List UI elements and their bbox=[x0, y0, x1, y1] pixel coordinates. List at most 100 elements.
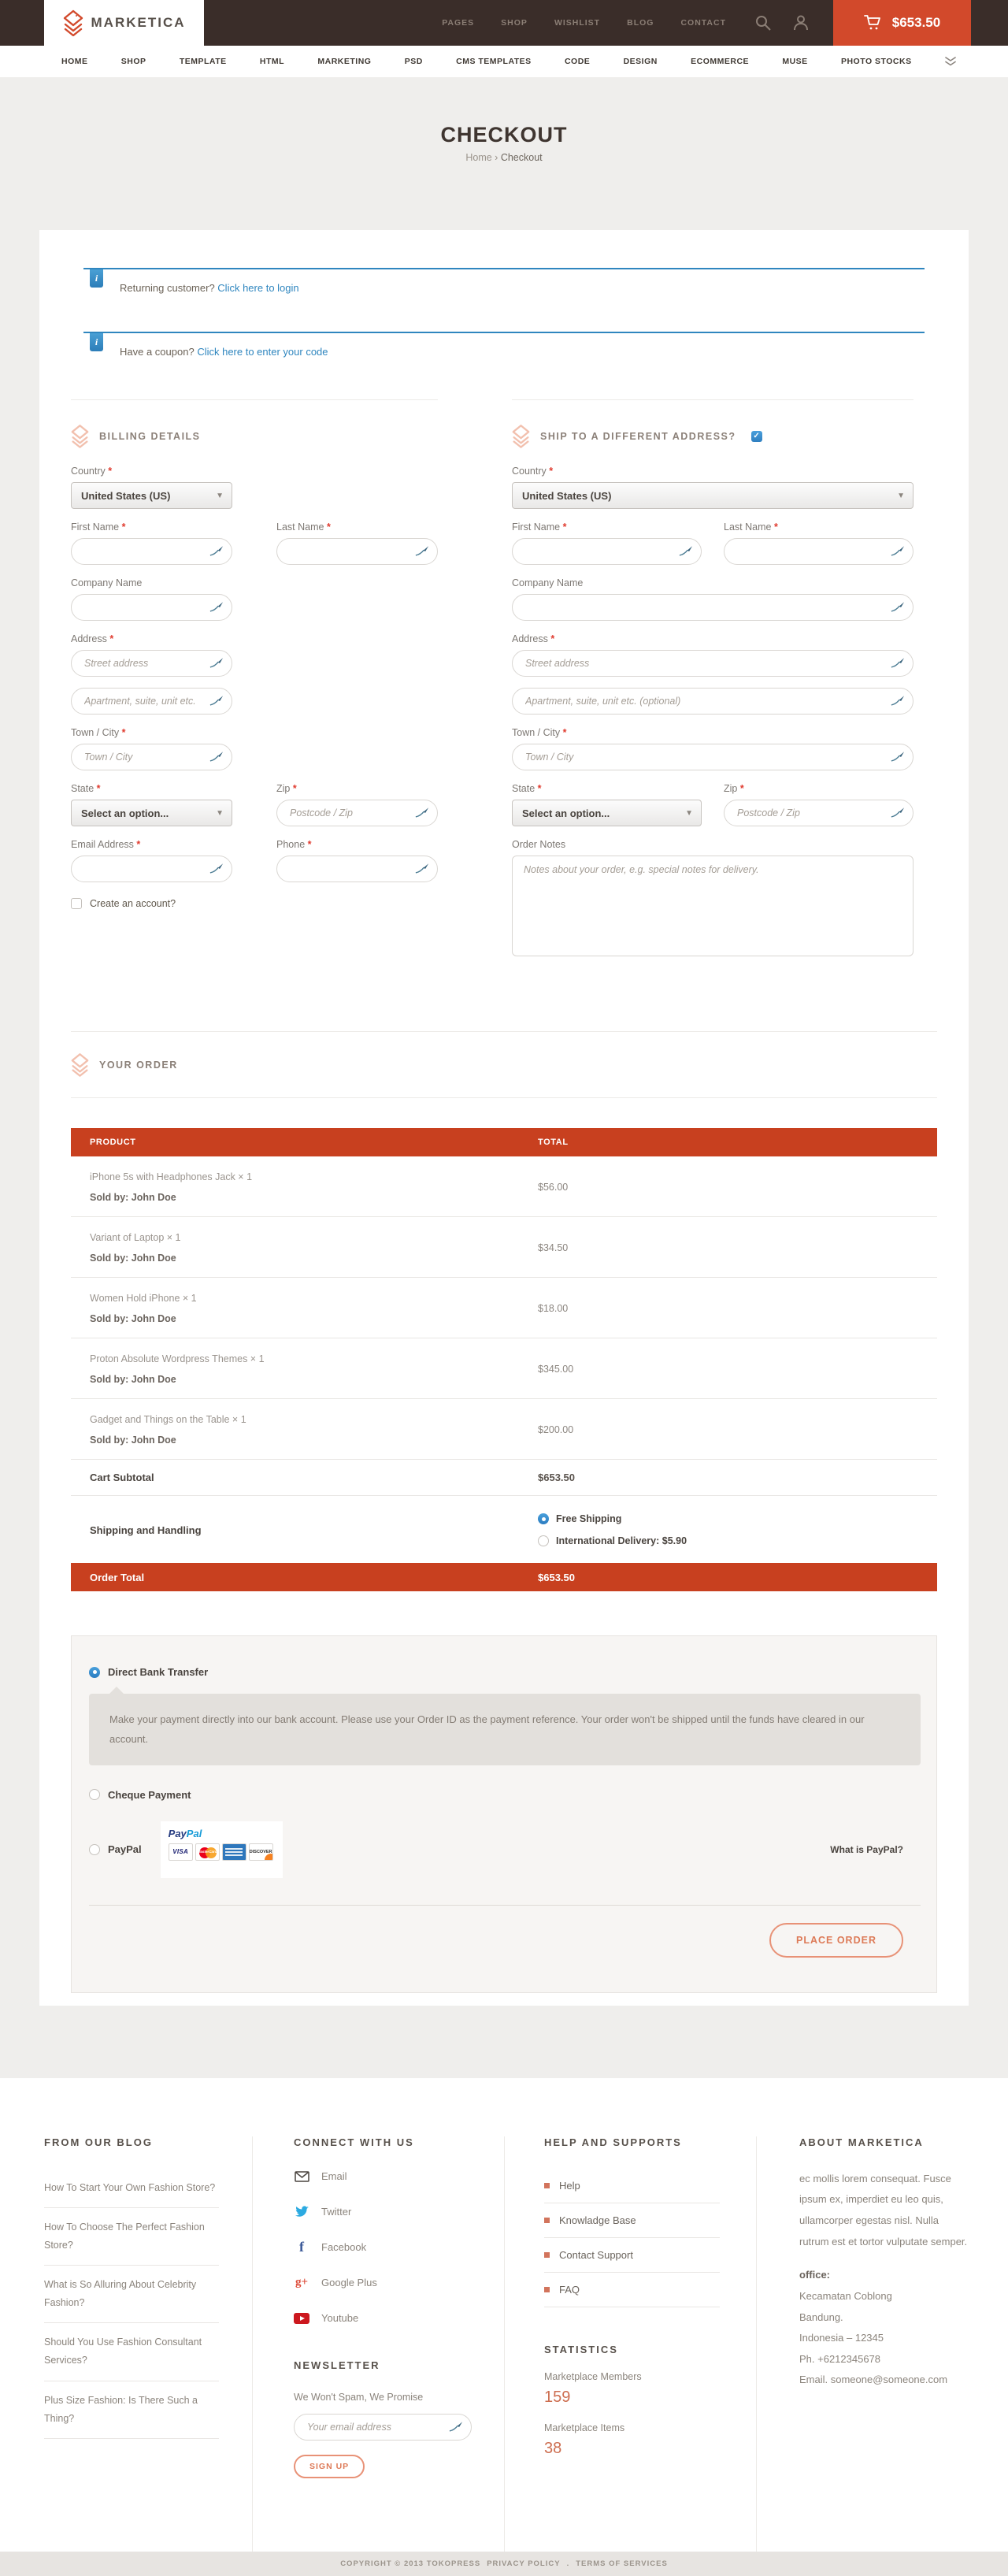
cheque-payment-radio[interactable] bbox=[89, 1789, 100, 1800]
blog-post-link[interactable]: Plus Size Fashion: Is There Such a Thing… bbox=[44, 2381, 219, 2439]
help-link[interactable]: Help bbox=[544, 2169, 720, 2203]
contact-support-link[interactable]: Contact Support bbox=[544, 2238, 720, 2273]
billing-state-label: State * bbox=[71, 783, 232, 794]
billing-state-select[interactable]: Select an option...▼ bbox=[71, 800, 232, 826]
menu-cms-templates[interactable]: CMS TEMPLATES bbox=[456, 57, 532, 66]
your-order-title: YOUR ORDER bbox=[99, 1060, 178, 1071]
order-row: iPhone 5s with Headphones Jack × 1Sold b… bbox=[71, 1156, 937, 1217]
bank-transfer-radio[interactable] bbox=[89, 1667, 100, 1678]
newsletter-tagline: We Won't Spam, We Promise bbox=[294, 2392, 472, 2403]
newsletter-email-input[interactable] bbox=[294, 2414, 472, 2441]
shipping-last-name-label: Last Name * bbox=[724, 522, 914, 533]
create-account-label: Create an account? bbox=[90, 898, 176, 909]
blog-post-link[interactable]: How To Start Your Own Fashion Store? bbox=[44, 2169, 219, 2208]
top-nav-wishlist[interactable]: WISHLIST bbox=[554, 18, 600, 28]
page-header: CHECKOUT Home › Checkout bbox=[0, 77, 1008, 163]
billing-company-input[interactable] bbox=[71, 594, 232, 621]
cart-total: $653.50 bbox=[892, 15, 940, 31]
menu-marketing[interactable]: MARKETING bbox=[317, 57, 371, 66]
login-link[interactable]: Click here to login bbox=[217, 282, 298, 294]
shipping-address-label: Address * bbox=[512, 633, 914, 644]
office-address-line: Indonesia – 12345 bbox=[799, 2328, 970, 2349]
ship-different-address-checkbox[interactable] bbox=[751, 431, 762, 442]
menu-template[interactable]: TEMPLATE bbox=[180, 57, 227, 66]
user-icon[interactable] bbox=[792, 14, 810, 32]
menu-code[interactable]: CODE bbox=[565, 57, 590, 66]
brand-logo[interactable]: MARKETICA bbox=[44, 0, 204, 46]
double-chevron-down-icon[interactable] bbox=[945, 57, 956, 66]
billing-phone-input[interactable] bbox=[276, 856, 438, 882]
coupon-link[interactable]: Click here to enter your code bbox=[197, 346, 328, 358]
blog-post-link[interactable]: Should You Use Fashion Consultant Servic… bbox=[44, 2323, 219, 2381]
shipping-handling-row: Shipping and Handling Free Shipping Inte… bbox=[71, 1496, 937, 1564]
billing-address1-input[interactable] bbox=[71, 650, 232, 677]
order-notes-label: Order Notes bbox=[512, 839, 914, 850]
square-bullet-icon bbox=[544, 2183, 550, 2188]
menu-home[interactable]: HOME bbox=[61, 57, 88, 66]
top-header: MARKETICA PAGES SHOP WISHLIST BLOG CONTA… bbox=[0, 0, 1008, 46]
facebook-icon: f bbox=[294, 2240, 309, 2255]
shipping-state-select[interactable]: Select an option...▼ bbox=[512, 800, 702, 826]
shipping-section: SHIP TO A DIFFERENT ADDRESS? Country * U… bbox=[512, 399, 914, 960]
product-seller: Sold by: John Doe bbox=[90, 1253, 538, 1264]
top-nav-blog[interactable]: BLOG bbox=[627, 18, 654, 28]
payment-methods-panel: Direct Bank Transfer Make your payment d… bbox=[71, 1635, 937, 1993]
menu-design[interactable]: DESIGN bbox=[624, 57, 658, 66]
order-notes-textarea[interactable] bbox=[512, 856, 914, 956]
privacy-policy-link[interactable]: PRIVACY POLICY bbox=[487, 2559, 560, 2568]
youtube-icon bbox=[294, 2311, 309, 2326]
billing-email-input[interactable] bbox=[71, 856, 232, 882]
email-link[interactable]: Email bbox=[294, 2169, 472, 2184]
menu-shop[interactable]: SHOP bbox=[121, 57, 146, 66]
facebook-link[interactable]: f Facebook bbox=[294, 2240, 472, 2255]
shipping-first-name-input[interactable] bbox=[512, 538, 702, 565]
billing-last-name-input[interactable] bbox=[276, 538, 438, 565]
menu-muse[interactable]: MUSE bbox=[782, 57, 807, 66]
breadcrumb-home[interactable]: Home bbox=[465, 152, 491, 163]
shipping-company-input[interactable] bbox=[512, 594, 914, 621]
menu-html[interactable]: HTML bbox=[260, 57, 284, 66]
knowledge-base-link[interactable]: Knowladge Base bbox=[544, 2203, 720, 2238]
shipping-town-input[interactable] bbox=[512, 744, 914, 770]
place-order-button[interactable]: PLACE ORDER bbox=[769, 1923, 903, 1958]
billing-country-select[interactable]: United States (US)▼ bbox=[71, 482, 232, 509]
create-account-checkbox[interactable] bbox=[71, 898, 82, 909]
twitter-link[interactable]: Twitter bbox=[294, 2204, 472, 2220]
terms-link[interactable]: TERMS OF SERVICES bbox=[576, 2559, 668, 2568]
product-seller: Sold by: John Doe bbox=[90, 1192, 538, 1203]
paypal-radio[interactable] bbox=[89, 1844, 100, 1855]
shipping-zip-input[interactable] bbox=[724, 800, 914, 826]
faq-link[interactable]: FAQ bbox=[544, 2273, 720, 2307]
menu-psd[interactable]: PSD bbox=[405, 57, 423, 66]
blog-post-link[interactable]: How To Choose The Perfect Fashion Store? bbox=[44, 2208, 219, 2266]
total-column-header: TOTAL bbox=[538, 1138, 937, 1147]
menu-photo-stocks[interactable]: PHOTO STOCKS bbox=[841, 57, 912, 66]
international-delivery-radio[interactable] bbox=[538, 1535, 549, 1546]
what-is-paypal-link[interactable]: What is PayPal? bbox=[830, 1844, 903, 1855]
product-seller: Sold by: John Doe bbox=[90, 1374, 538, 1385]
square-bullet-icon bbox=[544, 2218, 550, 2223]
cart-button[interactable]: $653.50 bbox=[833, 0, 971, 46]
free-shipping-radio[interactable] bbox=[538, 1513, 549, 1524]
shipping-country-select[interactable]: United States (US)▼ bbox=[512, 482, 914, 509]
billing-town-input[interactable] bbox=[71, 744, 232, 770]
shipping-address1-input[interactable] bbox=[512, 650, 914, 677]
shipping-last-name-input[interactable] bbox=[724, 538, 914, 565]
billing-first-name-input[interactable] bbox=[71, 538, 232, 565]
square-bullet-icon bbox=[544, 2287, 550, 2292]
shipping-address2-input[interactable] bbox=[512, 688, 914, 715]
sign-up-button[interactable]: SIGN UP bbox=[294, 2455, 365, 2478]
search-icon[interactable] bbox=[754, 14, 772, 32]
google-plus-link[interactable]: g+ Google Plus bbox=[294, 2275, 472, 2291]
billing-zip-input[interactable] bbox=[276, 800, 438, 826]
blog-post-link[interactable]: What is So Alluring About Celebrity Fash… bbox=[44, 2266, 219, 2323]
your-order-header: YOUR ORDER bbox=[71, 1031, 937, 1098]
top-nav-pages[interactable]: PAGES bbox=[442, 18, 474, 28]
top-nav-contact[interactable]: CONTACT bbox=[680, 18, 726, 28]
visa-card-icon: VISA bbox=[169, 1843, 193, 1861]
top-nav-shop[interactable]: SHOP bbox=[501, 18, 528, 28]
youtube-link[interactable]: Youtube bbox=[294, 2311, 472, 2326]
brand-name: MARKETICA bbox=[91, 15, 186, 31]
billing-address2-input[interactable] bbox=[71, 688, 232, 715]
menu-ecommerce[interactable]: ECOMMERCE bbox=[691, 57, 749, 66]
